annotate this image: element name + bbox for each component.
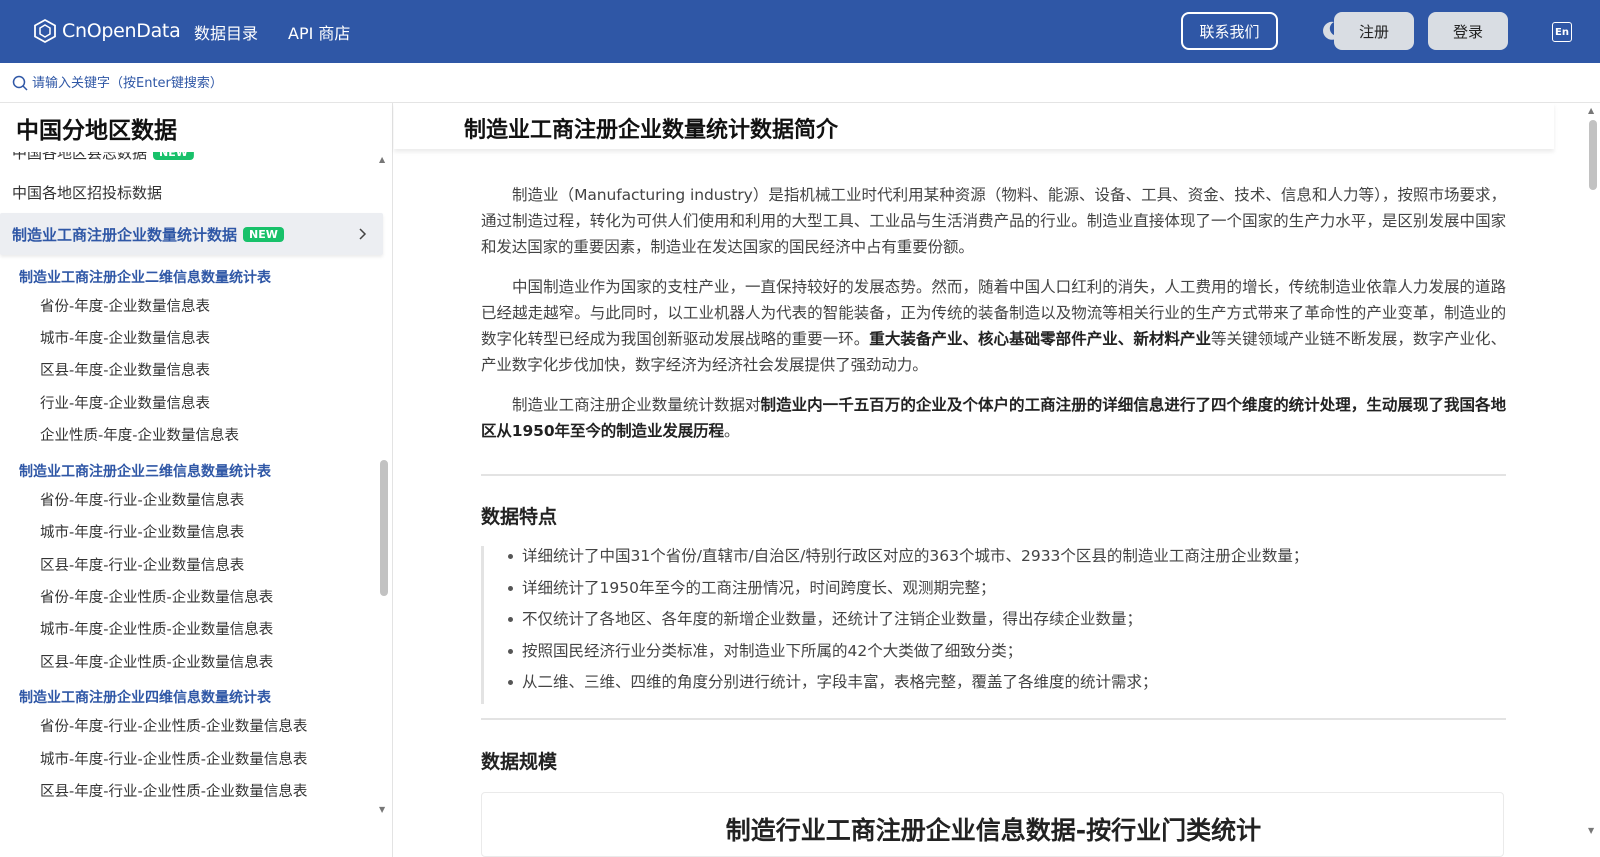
group-title-2d[interactable]: 制造业工商注册企业二维信息数量统计表	[19, 267, 271, 287]
sub-item[interactable]: 省份-年度-行业-企业数量信息表	[40, 489, 244, 510]
sub-item[interactable]: 城市-年度-行业-企业性质-企业数量信息表	[40, 748, 307, 769]
nav-data-catalog[interactable]: 数据目录	[194, 20, 258, 44]
language-switch-button[interactable]: En	[1552, 22, 1572, 42]
sidebar: 中国各地区县志数据 NEW 中国分地区数据 中国各地区招投标数据 制造业工商注册企…	[0, 103, 393, 857]
feature-item: 不仅统计了各地区、各年度的新增企业数量，还统计了注销企业数量，得出存续企业数量；	[484, 609, 1381, 641]
sidebar-item-active[interactable]: 制造业工商注册企业数量统计数据 NEW	[0, 213, 383, 255]
login-button[interactable]: 登录	[1428, 12, 1508, 50]
sub-item[interactable]: 省份-年度-企业数量信息表	[40, 295, 210, 316]
sidebar-scrollbar-thumb[interactable]	[380, 460, 388, 596]
new-badge: NEW	[243, 227, 284, 242]
top-navbar: CnOpenData 数据目录 API 商店 联系我们 注册 登录 En	[0, 0, 1600, 63]
page-title: 制造业工商注册企业数量统计数据简介	[464, 118, 839, 143]
group-title-3d[interactable]: 制造业工商注册企业三维信息数量统计表	[19, 461, 271, 481]
divider	[481, 474, 1506, 476]
intro-paragraph-1: 制造业（Manufacturing industry）是指机械工业时代利用某种资…	[481, 186, 1506, 256]
contact-us-button[interactable]: 联系我们	[1181, 12, 1278, 50]
logo[interactable]: CnOpenData	[32, 17, 181, 45]
para-text: 。	[723, 422, 740, 440]
sidebar-scroll-up-arrow[interactable]: ▲	[379, 155, 385, 164]
intro-paragraph-3: 制造业工商注册企业数量统计数据对制造业内一千五百万的企业及个体户的工商注册的详细…	[481, 392, 1506, 444]
chart-title: 制造行业工商注册企业信息数据-按行业门类统计	[725, 816, 1262, 845]
feature-item: 按照国民经济行业分类标准，对制造业下所属的42个大类做了细致分类；	[484, 641, 1381, 673]
group-title-4d[interactable]: 制造业工商注册企业四维信息数量统计表	[19, 687, 271, 707]
para-text: 制造业工商注册企业数量统计数据对	[512, 396, 761, 414]
scale-title: 数据规模	[481, 751, 558, 773]
sidebar-title: 中国分地区数据	[16, 118, 177, 144]
sub-item[interactable]: 城市-年度-行业-企业数量信息表	[40, 521, 244, 542]
divider	[481, 718, 1506, 720]
nav-api-store[interactable]: API 商店	[288, 20, 350, 44]
sub-item[interactable]: 城市-年度-企业性质-企业数量信息表	[40, 618, 273, 639]
scale-chart-card: 制造行业工商注册企业信息数据-按行业门类统计	[481, 792, 1504, 857]
para-bold: 重大装备产业、核心基础零部件产业、新材料产业	[869, 330, 1211, 348]
search-input[interactable]	[32, 72, 552, 94]
sidebar-item-bidding[interactable]: 中国各地区招投标数据	[12, 182, 162, 203]
main-header: 制造业工商注册企业数量统计数据简介	[394, 103, 1554, 149]
sub-item[interactable]: 区县-年度-行业-企业性质-企业数量信息表	[40, 780, 307, 801]
feature-item: 详细统计了中国31个省份/直辖市/自治区/特别行政区对应的363个城市、2933…	[484, 546, 1381, 578]
search-bar	[0, 63, 1600, 103]
intro-paragraph-2: 中国制造业作为国家的支柱产业，一直保持较好的发展态势。然而，随着中国人口红利的消…	[481, 274, 1506, 378]
sub-item[interactable]: 省份-年度-行业-企业性质-企业数量信息表	[40, 715, 307, 736]
sidebar-title-bar: 中国分地区数据	[0, 103, 380, 149]
sidebar-scroll-down-arrow[interactable]: ▼	[379, 805, 385, 814]
features-list: 详细统计了中国31个省份/直辖市/自治区/特别行政区对应的363个城市、2933…	[481, 546, 1381, 704]
page-scroll-down-arrow[interactable]: ▼	[1588, 826, 1594, 835]
sub-item[interactable]: 区县-年度-行业-企业数量信息表	[40, 554, 244, 575]
sidebar-active-label-wrap: 制造业工商注册企业数量统计数据 NEW	[12, 224, 284, 245]
sub-item[interactable]: 省份-年度-企业性质-企业数量信息表	[40, 586, 273, 607]
search-icon	[12, 75, 28, 91]
logo-text: CnOpenData	[62, 20, 181, 42]
sub-item[interactable]: 企业性质-年度-企业数量信息表	[40, 424, 239, 445]
sub-item[interactable]: 行业-年度-企业数量信息表	[40, 392, 210, 413]
sub-item[interactable]: 区县-年度-企业数量信息表	[40, 359, 210, 380]
register-button[interactable]: 注册	[1334, 12, 1414, 50]
hexagon-logo-icon	[34, 18, 56, 44]
chevron-right-icon	[359, 228, 367, 240]
feature-item: 从二维、三维、四维的角度分别进行统计，字段丰富，表格完整，覆盖了各维度的统计需求…	[484, 672, 1381, 704]
features-title: 数据特点	[481, 506, 558, 528]
sidebar-item-label: 制造业工商注册企业数量统计数据	[12, 226, 238, 244]
feature-item: 详细统计了1950年至今的工商注册情况，时间跨度长、观测期完整；	[484, 578, 1381, 610]
page-scrollbar-thumb[interactable]	[1589, 120, 1597, 190]
intro-content: 制造业（Manufacturing industry）是指机械工业时代利用某种资…	[481, 182, 1506, 458]
sub-item[interactable]: 城市-年度-企业数量信息表	[40, 327, 210, 348]
sub-item[interactable]: 区县-年度-企业性质-企业数量信息表	[40, 651, 273, 672]
page-scroll-up-arrow[interactable]: ▲	[1588, 106, 1594, 115]
